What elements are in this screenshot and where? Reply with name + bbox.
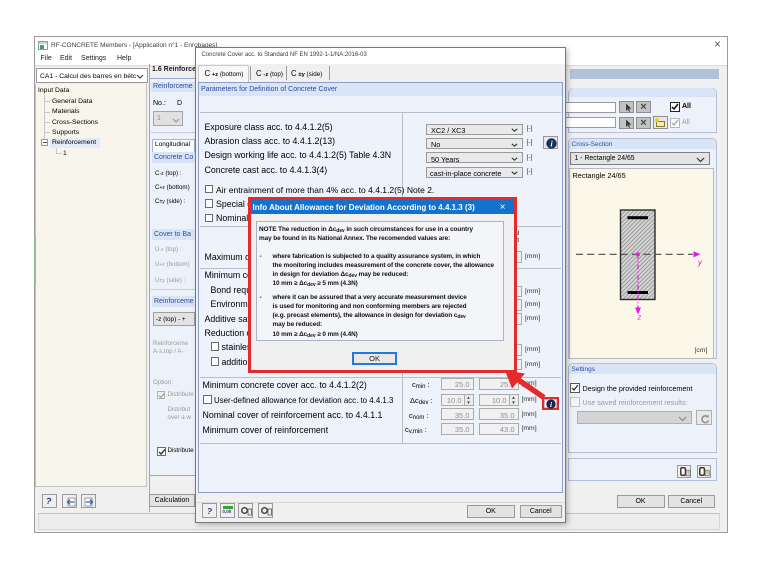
- svg-text:z: z: [637, 312, 642, 321]
- svg-text:y: y: [697, 258, 703, 267]
